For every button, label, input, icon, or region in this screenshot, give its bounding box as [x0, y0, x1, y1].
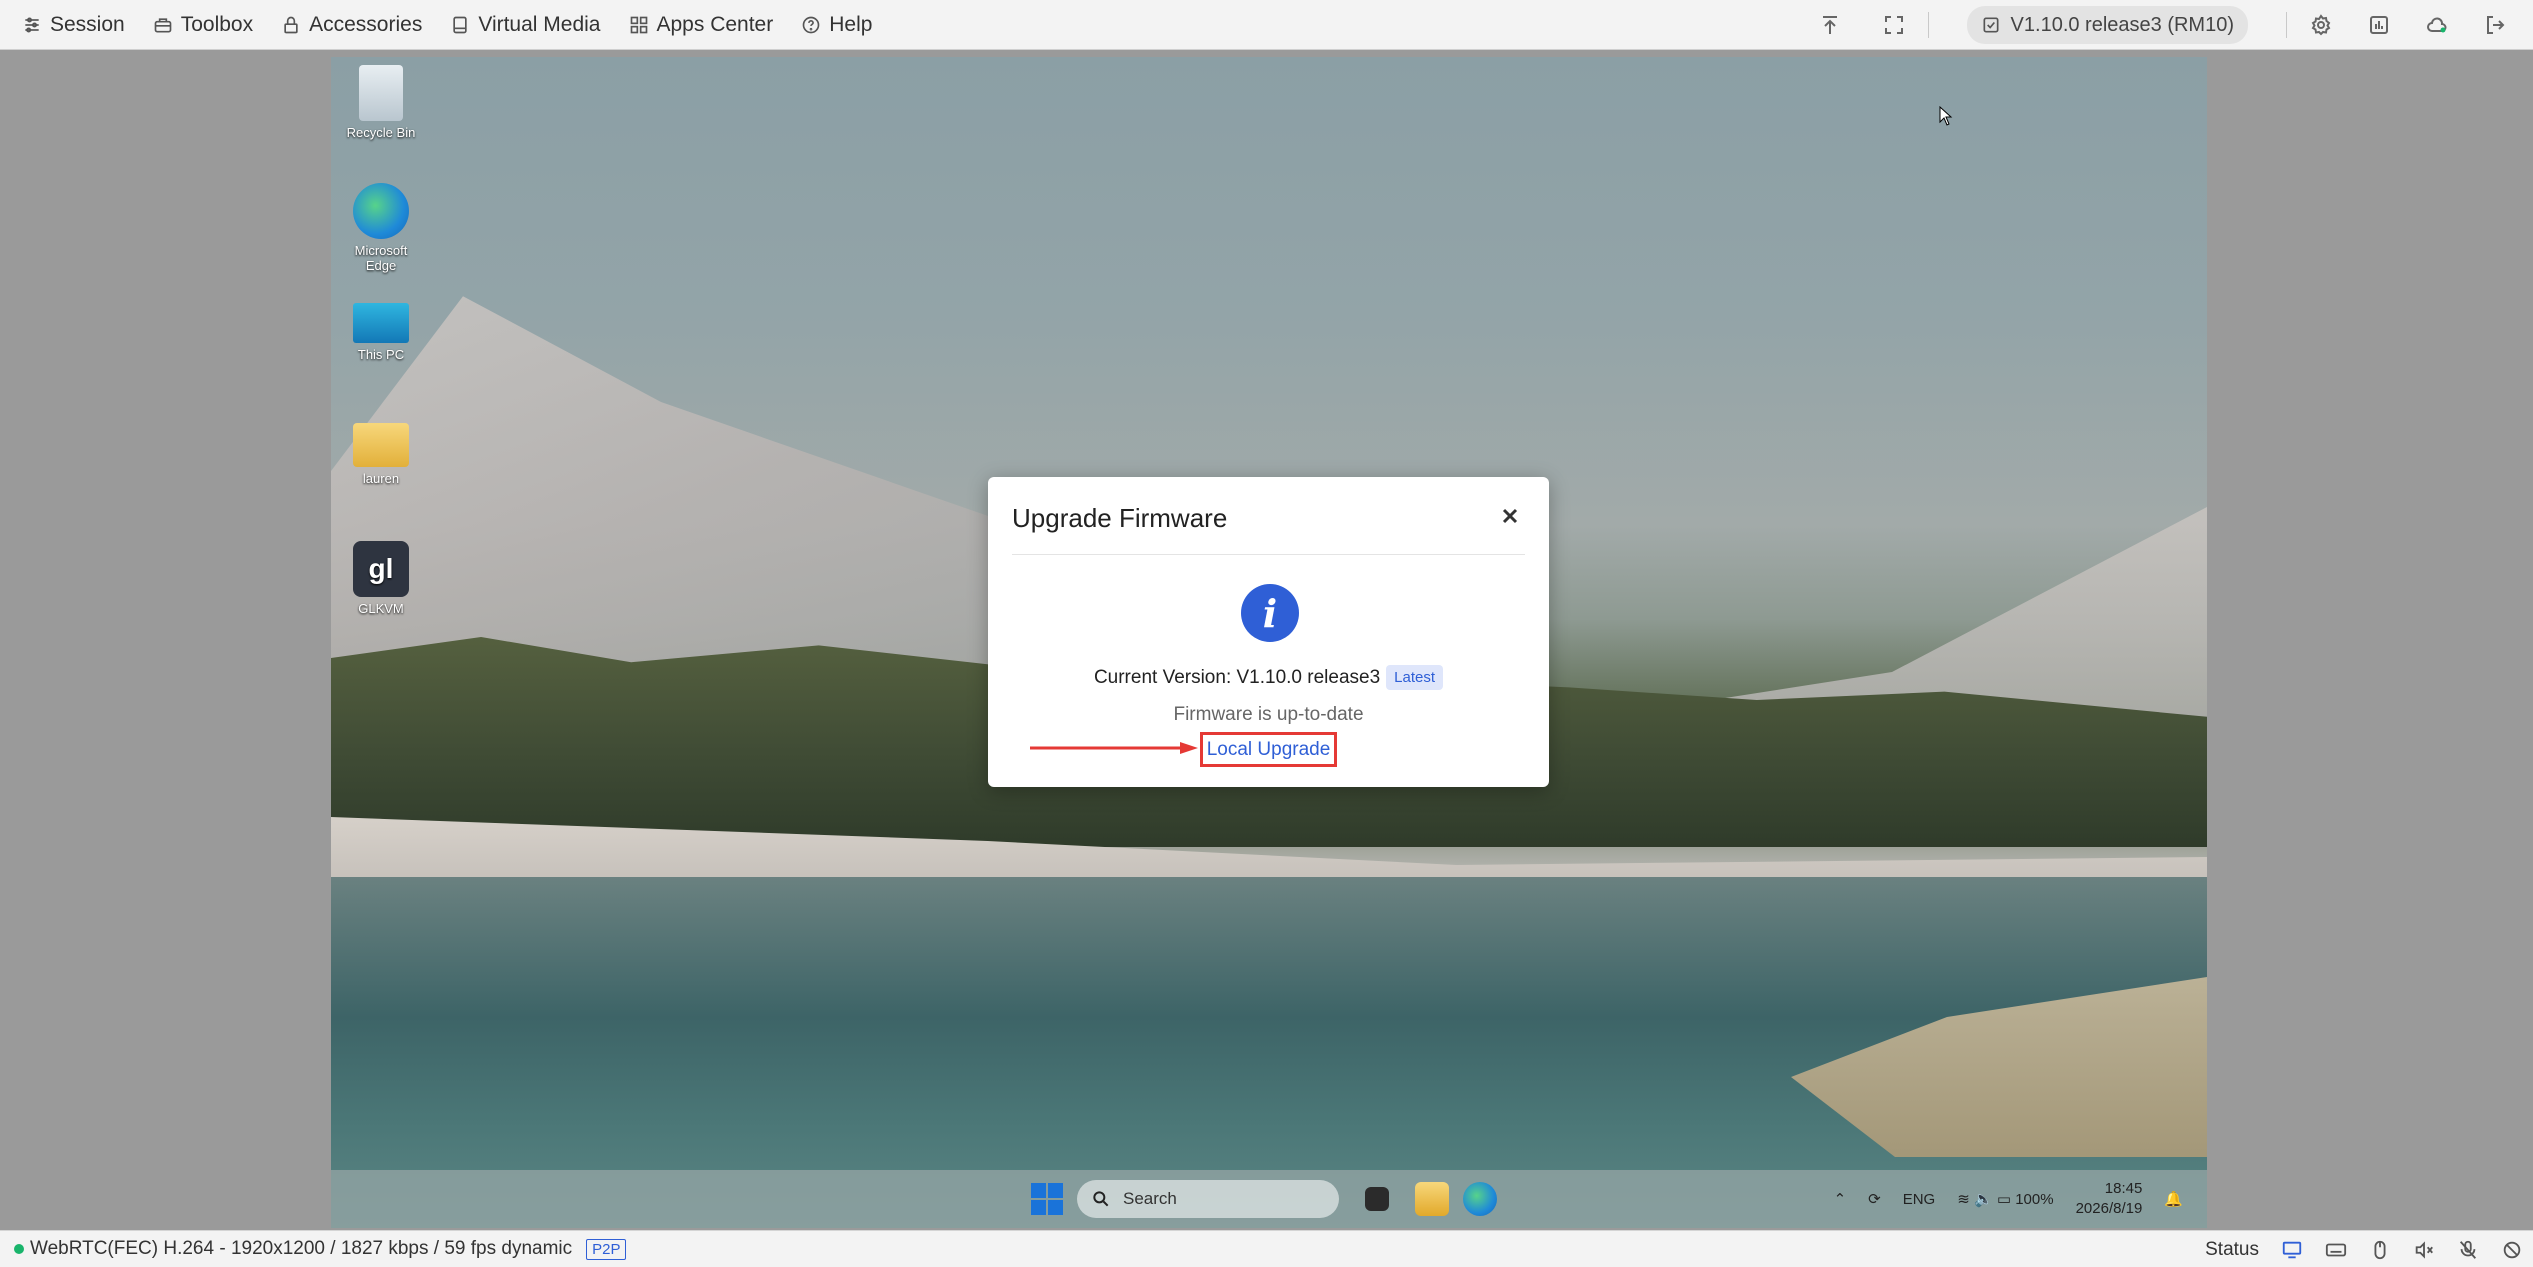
stream-info: WebRTC(FEC) H.264 - 1920x1200 / 1827 kbp… [30, 1238, 573, 1259]
battery-icon: ▭ [1996, 1191, 2012, 1208]
toolbox-icon [154, 17, 172, 32]
main-menu: Session Toolbox Accessories Virtual Medi… [0, 0, 900, 49]
disk-icon [453, 16, 467, 33]
p2p-badge: P2P [586, 1238, 627, 1260]
version-button[interactable]: V1.10.0 release3 (RM10) [1966, 6, 2248, 44]
toolbar-right: V1.10.0 release3 (RM10) [1810, 0, 2533, 50]
firmware-status: Firmware is up-to-date [1173, 704, 1364, 725]
recycle-bin-icon [359, 65, 403, 121]
desktop-icon-label: Recycle Bin [346, 125, 416, 140]
tray-network-icons[interactable]: ≋ 🔈 ▭ 100% [1957, 1190, 2053, 1208]
folder-icon [353, 423, 409, 467]
help-icon [802, 16, 820, 33]
file-explorer-icon[interactable] [1415, 1182, 1449, 1216]
taskbar-clock[interactable]: 18:45 2026/8/19 [2076, 1179, 2143, 1219]
taskbar-date: 2026/8/19 [2075, 1200, 2143, 1217]
close-button[interactable] [1495, 501, 1525, 531]
firmware-icon [1983, 17, 1999, 33]
menu-toolbox[interactable]: Toolbox [153, 13, 253, 37]
mouse-icon[interactable] [2369, 1239, 2391, 1261]
speaker-muted-icon[interactable] [2413, 1239, 2435, 1261]
menu-accessories-label: Accessories [309, 12, 423, 36]
dialog-title: Upgrade Firmware [1012, 503, 1228, 533]
notification-bell-icon[interactable]: 🔔 [2164, 1190, 2183, 1208]
current-version-text: Current Version: V1.10.0 release3 [1093, 666, 1381, 688]
upload-icon [1822, 16, 1837, 34]
search-icon [1093, 1191, 1109, 1207]
top-toolbar: Session Toolbox Accessories Virtual Medi… [0, 0, 2533, 50]
taskbar-search-placeholder: Search [1123, 1189, 1177, 1208]
desktop-icon-recycle-bin[interactable]: Recycle Bin [341, 65, 421, 140]
close-icon [1502, 508, 1518, 524]
bottom-status-bar: WebRTC(FEC) H.264 - 1920x1200 / 1827 kbp… [0, 1230, 2533, 1267]
cloud-icon [2427, 17, 2447, 33]
menu-help[interactable]: Help [801, 13, 872, 37]
taskbar-center: Search [1031, 1170, 1497, 1228]
status-bar-tools: Status [2205, 1231, 2523, 1267]
desktop-icon-label: lauren [362, 471, 400, 486]
mouse-cursor-icon [1939, 106, 1953, 126]
terminal-app-icon[interactable] [1365, 1187, 1389, 1211]
computer-icon [353, 303, 409, 343]
menu-session[interactable]: Session [22, 13, 125, 37]
stats-button[interactable] [2359, 5, 2399, 45]
info-icon: i [1241, 584, 1299, 642]
fullscreen-button[interactable] [1874, 5, 1914, 45]
keyboard-icon[interactable] [2325, 1239, 2347, 1261]
system-tray: ⌃ ⟳ ENG ≋ 🔈 ▭ 100% 18:45 2026/8/19 🔔 [1834, 1170, 2183, 1228]
fullscreen-icon [1884, 16, 1903, 34]
tray-lang[interactable]: ENG [1903, 1191, 1936, 1208]
windows-taskbar: Search ⌃ ⟳ ENG ≋ 🔈 ▭ 100% 18:45 2026/8/1… [331, 1170, 2207, 1228]
volume-icon: 🔈 [1973, 1191, 1993, 1208]
monitor-icon[interactable] [2281, 1239, 2303, 1261]
battery-percent: 100% [2015, 1191, 2054, 1208]
taskbar-time: 18:45 [2104, 1180, 2143, 1197]
dialog-divider [1012, 554, 1525, 555]
desktop-icon-this-pc[interactable]: This PC [341, 303, 421, 362]
desktop-icon-lauren[interactable]: lauren [341, 423, 421, 486]
disabled-icon[interactable] [2501, 1239, 2523, 1261]
menu-accessories[interactable]: Accessories [281, 13, 422, 37]
cloud-button[interactable] [2417, 5, 2457, 45]
desktop-icon-label: GLKVM [358, 601, 404, 616]
windows-start-icon[interactable] [1031, 1183, 1063, 1215]
local-upgrade-link[interactable]: Local Upgrade [1200, 732, 1337, 767]
edge-icon [353, 183, 409, 239]
gear-icon [2311, 14, 2331, 36]
glkvm-app-icon: gl [353, 541, 409, 597]
desktop-icon-label: This PC [357, 347, 405, 362]
menu-virtual-media[interactable]: Virtual Media [450, 12, 601, 37]
current-version-row: Current Version: V1.10.0 release3 Latest [988, 665, 1549, 690]
menu-virtual-media-label: Virtual Media [478, 12, 601, 36]
menu-help-label: Help [829, 12, 873, 36]
desktop-icon-label: Microsoft Edge [354, 243, 408, 273]
menu-session-label: Session [50, 12, 125, 36]
tray-sync-icon[interactable]: ⟳ [1868, 1190, 1881, 1208]
logout-icon [2487, 16, 2505, 34]
desktop-icon-edge[interactable]: Microsoft Edge [341, 183, 421, 273]
desktop-icon-glkvm[interactable]: gl GLKVM [341, 541, 421, 616]
upload-button[interactable] [1810, 5, 1850, 45]
status-label: Status [2205, 1238, 2259, 1260]
lock-icon [284, 16, 298, 33]
latest-badge: Latest [1386, 665, 1444, 690]
toolbar-divider [1927, 12, 1929, 38]
chart-icon [2370, 16, 2388, 34]
menu-apps-center-label: Apps Center [656, 12, 774, 36]
taskbar-search[interactable]: Search [1077, 1180, 1339, 1218]
edge-taskbar-icon[interactable] [1463, 1182, 1497, 1216]
logout-button[interactable] [2475, 5, 2515, 45]
apps-icon [630, 16, 647, 33]
settings-button[interactable] [2301, 5, 2341, 45]
menu-toolbox-label: Toolbox [180, 12, 254, 36]
version-label: V1.10.0 release3 (RM10) [2010, 13, 2234, 36]
menu-apps-center[interactable]: Apps Center [629, 12, 774, 37]
connection-status-dot [14, 1244, 24, 1254]
microphone-muted-icon[interactable] [2457, 1239, 2479, 1261]
sliders-icon [25, 17, 39, 32]
toolbar-divider-2 [2286, 12, 2287, 38]
annotation-arrow [1030, 742, 1198, 754]
wifi-icon: ≋ [1957, 1191, 1970, 1208]
tray-chevron-icon[interactable]: ⌃ [1834, 1190, 1847, 1208]
